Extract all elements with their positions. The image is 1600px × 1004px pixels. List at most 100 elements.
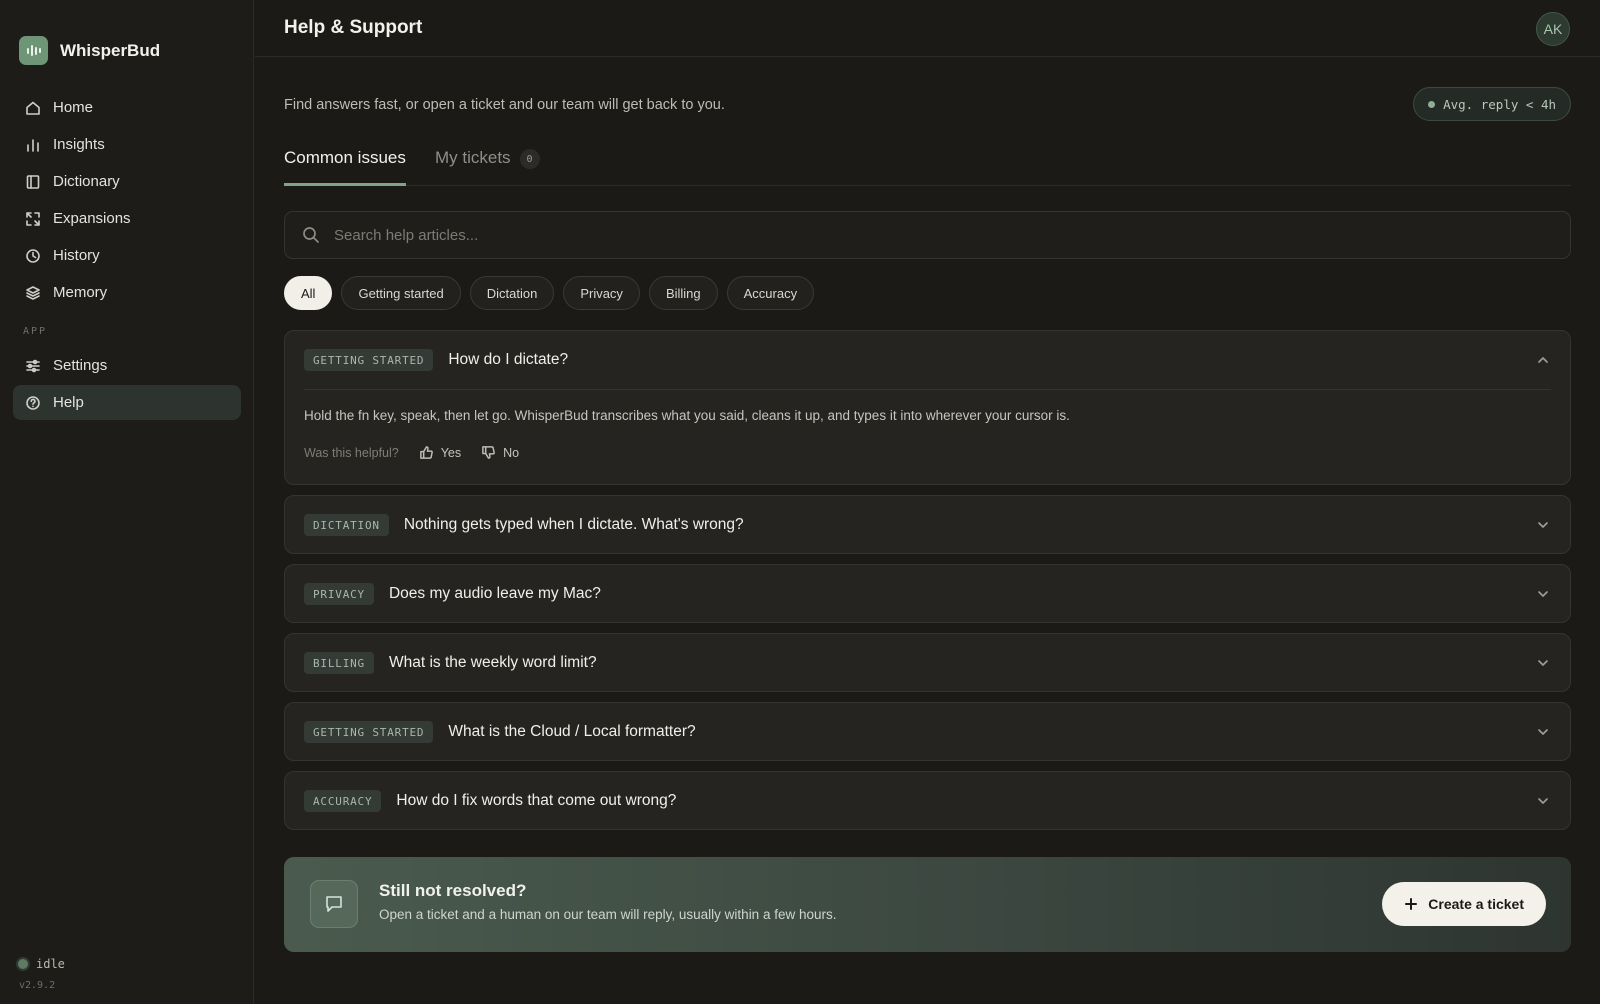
tabs: Common issues My tickets 0	[284, 140, 1571, 186]
helpful-yes-label: Yes	[440, 445, 462, 460]
faq-category-tag: DICTATION	[304, 514, 389, 536]
cta-subtitle: Open a ticket and a human on our team wi…	[379, 907, 837, 922]
faq-question: How do I dictate?	[448, 351, 569, 368]
status-dot-icon	[18, 959, 28, 969]
help-circle-icon	[26, 395, 40, 410]
sidebar-item-label: Insights	[53, 136, 105, 153]
sidebar-item-history[interactable]: History	[13, 238, 241, 273]
reply-time-text: Avg. reply < 4h	[1443, 96, 1556, 112]
intro-text: Find answers fast, or open a ticket and …	[284, 97, 725, 113]
faq-item[interactable]: GETTING STARTED What is the Cloud / Loca…	[284, 702, 1571, 761]
faq-item[interactable]: PRIVACY Does my audio leave my Mac?	[284, 564, 1571, 623]
sidebar-nav: Home Insights Dictionary Expansions Hist…	[13, 90, 241, 422]
search-input[interactable]	[334, 226, 1434, 244]
sidebar-item-label: Home	[53, 99, 94, 116]
faq-header[interactable]: BILLING What is the weekly word limit?	[285, 634, 1570, 692]
sidebar: WhisperBud Home Insights Dictionary Expa…	[0, 0, 254, 1004]
tab-common-issues[interactable]: Common issues	[284, 140, 406, 186]
reply-time-badge: Avg. reply < 4h	[1413, 87, 1571, 121]
sidebar-item-label: Settings	[53, 357, 108, 374]
sidebar-item-label: Help	[53, 394, 84, 411]
thumbs-down-icon	[482, 446, 496, 459]
filter-chip-privacy[interactable]: Privacy	[563, 276, 640, 310]
sidebar-item-insights[interactable]: Insights	[13, 127, 241, 162]
faq-header[interactable]: ACCURACY How do I fix words that come ou…	[285, 772, 1570, 830]
tab-label: My tickets	[435, 148, 511, 167]
chevron-down-icon[interactable]	[1536, 518, 1550, 532]
layers-icon	[26, 285, 40, 300]
faq-header[interactable]: GETTING STARTED What is the Cloud / Loca…	[285, 703, 1570, 761]
helpful-prompt: Was this helpful?	[304, 445, 399, 460]
status-text: idle	[36, 957, 65, 971]
sidebar-section-app: APP	[23, 325, 48, 337]
category-filters: All Getting started Dictation Privacy Bi…	[284, 276, 815, 310]
app-version: v2.9.2	[19, 980, 56, 991]
page-title: Help & Support	[284, 17, 423, 38]
sidebar-item-label: Memory	[53, 284, 108, 301]
status-indicator: idle	[18, 957, 65, 971]
tab-label: Common issues	[284, 148, 406, 167]
faq-item[interactable]: DICTATION Nothing gets typed when I dict…	[284, 495, 1571, 554]
faq-answer: Hold the fn key, speak, then let go. Whi…	[304, 408, 1070, 423]
chevron-down-icon[interactable]	[1536, 587, 1550, 601]
faq-question: What is the weekly word limit?	[388, 654, 597, 671]
filter-chip-dictation[interactable]: Dictation	[469, 276, 555, 310]
faq-item: GETTING STARTED How do I dictate? Hold t…	[284, 330, 1571, 485]
faq-category-tag: ACCURACY	[304, 790, 382, 812]
faq-header[interactable]: DICTATION Nothing gets typed when I dict…	[285, 496, 1570, 554]
sidebar-item-label: Expansions	[53, 210, 131, 227]
avatar[interactable]: AK	[1536, 12, 1570, 46]
faq-body: Hold the fn key, speak, then let go. Whi…	[304, 389, 1551, 460]
search-icon	[303, 227, 319, 243]
filter-chip-getting-started[interactable]: Getting started	[341, 276, 461, 310]
sidebar-item-label: Dictionary	[53, 173, 120, 190]
support-cta: Still not resolved? Open a ticket and a …	[284, 857, 1571, 952]
tab-my-tickets[interactable]: My tickets 0	[435, 140, 540, 186]
faq-item[interactable]: BILLING What is the weekly word limit?	[284, 633, 1571, 692]
search-box[interactable]	[284, 211, 1571, 259]
helpful-no-button[interactable]: No	[481, 445, 519, 460]
header: Help & Support AK	[255, 0, 1600, 57]
sidebar-item-help[interactable]: Help	[13, 385, 241, 420]
faq-category-tag: GETTING STARTED	[304, 349, 434, 371]
expand-icon	[26, 211, 40, 226]
sidebar-item-settings[interactable]: Settings	[13, 348, 241, 383]
cta-title: Still not resolved?	[379, 881, 527, 900]
faq-header[interactable]: PRIVACY Does my audio leave my Mac?	[285, 565, 1570, 623]
chevron-down-icon[interactable]	[1536, 656, 1550, 670]
helpful-feedback: Was this helpful? Yes No	[304, 445, 1551, 460]
faq-question: Nothing gets typed when I dictate. What'…	[403, 516, 744, 533]
sidebar-item-memory[interactable]: Memory	[13, 275, 241, 310]
sidebar-item-dictionary[interactable]: Dictionary	[13, 164, 241, 199]
faq-question: What is the Cloud / Local formatter?	[448, 723, 696, 740]
app-name: WhisperBud	[60, 40, 161, 60]
bar-chart-icon	[27, 138, 39, 152]
sliders-icon	[26, 359, 40, 372]
create-ticket-button[interactable]: Create a ticket	[1382, 882, 1546, 926]
faq-category-tag: PRIVACY	[304, 583, 374, 605]
chevron-up-icon[interactable]	[1536, 353, 1550, 367]
status-dot-icon	[1428, 100, 1436, 108]
filter-chip-accuracy[interactable]: Accuracy	[726, 276, 815, 310]
home-icon	[26, 101, 40, 115]
helpful-yes-button[interactable]: Yes	[419, 445, 461, 460]
chat-bubble-icon	[310, 880, 358, 928]
thumbs-up-icon	[419, 446, 433, 459]
sidebar-item-label: History	[53, 247, 100, 264]
chevron-down-icon[interactable]	[1536, 794, 1550, 808]
filter-chip-all[interactable]: All	[284, 276, 333, 310]
clock-icon	[26, 248, 40, 263]
helpful-no-label: No	[503, 445, 520, 460]
faq-question: Does my audio leave my Mac?	[388, 585, 601, 602]
faq-header[interactable]: GETTING STARTED How do I dictate?	[285, 331, 1570, 389]
filter-chip-billing[interactable]: Billing	[648, 276, 718, 310]
chevron-down-icon[interactable]	[1536, 725, 1550, 739]
brand[interactable]: WhisperBud	[19, 36, 160, 65]
book-icon	[26, 174, 40, 189]
faq-question: How do I fix words that come out wrong?	[396, 792, 677, 809]
waveform-logo-icon	[19, 36, 48, 65]
sidebar-item-expansions[interactable]: Expansions	[13, 201, 241, 236]
sidebar-item-home[interactable]: Home	[13, 90, 241, 125]
faq-category-tag: BILLING	[304, 652, 374, 674]
faq-item[interactable]: ACCURACY How do I fix words that come ou…	[284, 771, 1571, 830]
